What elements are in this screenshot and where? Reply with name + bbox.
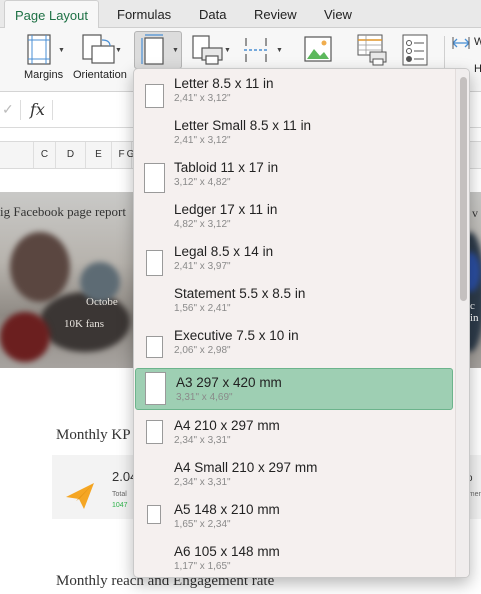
page-size-dimensions: 1,56" x 2,41" xyxy=(174,303,231,314)
page-size-dimensions: 1,17" x 1,65" xyxy=(174,561,231,572)
banner-text-1: Octobe xyxy=(86,296,118,308)
tab-page-layout[interactable]: Page Layout xyxy=(4,0,100,29)
page-icon xyxy=(147,505,161,524)
page-icon xyxy=(145,84,164,108)
print-titles-button[interactable] xyxy=(356,32,390,68)
page-size-name: Legal 8.5 x 14 in xyxy=(174,244,274,259)
breaks-caret-icon: ▼ xyxy=(276,47,283,54)
background-icon xyxy=(304,36,332,62)
print-area-button[interactable]: ▼ xyxy=(190,32,231,68)
size-button[interactable]: ▼ xyxy=(134,31,182,69)
page-size-item-a3[interactable]: A3 297 x 420 mm 3,31" x 4,69" xyxy=(135,368,453,410)
page-size-name: Letter Small 8.5 x 11 in xyxy=(174,118,312,133)
margins-caret-icon: ▼ xyxy=(58,47,65,54)
page-size-dimensions: 2,41" x 3,12" xyxy=(174,135,231,146)
page-size-name: Letter 8.5 x 11 in xyxy=(174,76,274,91)
breaks-button[interactable]: ▼ xyxy=(242,32,283,68)
paper-plane-icon xyxy=(66,483,94,509)
kpi-change: 1047 xyxy=(112,502,128,509)
page-size-name: Statement 5.5 x 8.5 in xyxy=(174,286,306,301)
page-icon xyxy=(145,372,166,405)
page-size-name: Executive 7.5 x 10 in xyxy=(174,328,299,343)
ribbon-tab-bar: Page Layout Formulas Data Review View xyxy=(0,0,481,29)
page-icon xyxy=(144,163,165,193)
page-size-dimensions: 2,06" x 2,98" xyxy=(174,345,231,356)
print-area-caret-icon: ▼ xyxy=(224,47,231,54)
page-size-dropdown: Letter 8.5 x 11 in 2,41" x 3,12" Letter … xyxy=(133,68,470,578)
page-size-item-executive[interactable]: Executive 7.5 x 10 in 2,06" x 2,98" xyxy=(134,321,454,363)
column-header-e[interactable]: E xyxy=(86,142,112,168)
insert-function-icon[interactable]: fx xyxy=(30,100,45,119)
tab-formulas[interactable]: Formulas xyxy=(117,0,171,28)
page-size-item-ledger[interactable]: Ledger 17 x 11 in 4,82" x 3,12" xyxy=(134,195,454,237)
dropdown-scrollbar[interactable] xyxy=(455,69,469,577)
height-label: H xyxy=(474,63,481,75)
column-header-corner[interactable] xyxy=(0,142,34,168)
page-size-dimensions: 1,65" x 2,34" xyxy=(174,519,231,530)
page-size-name: A3 297 x 420 mm xyxy=(176,375,282,390)
size-caret-icon: ▼ xyxy=(172,47,179,54)
formula-divider xyxy=(20,100,21,120)
page-setup-icon xyxy=(402,34,428,66)
page-size-dimensions: 2,41" x 3,12" xyxy=(174,93,231,104)
column-header-d[interactable]: D xyxy=(56,142,86,168)
page-setup-button[interactable] xyxy=(400,32,434,68)
page-size-item-a5[interactable]: A5 148 x 210 mm 1,65" x 2,34" xyxy=(134,495,454,537)
page-size-dimensions: 4,82" x 3,12" xyxy=(174,219,231,230)
page-size-name: Tabloid 11 x 17 in xyxy=(174,160,279,175)
column-header-c[interactable]: C xyxy=(34,142,56,168)
page-size-item-letter[interactable]: Letter 8.5 x 11 in 2,41" x 3,12" xyxy=(134,69,454,111)
page-icon xyxy=(146,336,163,358)
tab-view[interactable]: View xyxy=(324,0,352,28)
formula-divider xyxy=(52,100,53,120)
margins-button[interactable]: ▼ xyxy=(24,32,65,68)
page-size-item-letter-small[interactable]: Letter Small 8.5 x 11 in 2,41" x 3,12" xyxy=(134,111,454,153)
print-titles-icon xyxy=(357,34,387,66)
banner-text-right: v xyxy=(472,206,478,220)
kpi-caption: Total xyxy=(112,491,127,498)
tab-data[interactable]: Data xyxy=(199,0,226,28)
width-icon xyxy=(452,37,470,49)
banner-text-right-2: c in xyxy=(470,300,479,324)
margins-label: Margins xyxy=(24,69,64,81)
page-size-dimensions: 2,34" x 3,31" xyxy=(174,435,231,446)
monthly-kpi-heading: Monthly KP xyxy=(56,427,131,443)
page-size-name: Ledger 17 x 11 in xyxy=(174,202,278,217)
orientation-button[interactable]: ▼ xyxy=(80,32,122,68)
page-size-dimensions: 3,31" x 4,69" xyxy=(176,392,233,403)
page-size-dimensions: 3,12" x 4,82" xyxy=(174,177,231,188)
confirm-check-icon[interactable]: ✓ xyxy=(2,101,14,118)
orientation-caret-icon: ▼ xyxy=(115,47,122,54)
page-size-dimensions: 2,34" x 3,31" xyxy=(174,477,231,488)
page-size-item-a4-small[interactable]: A4 Small 210 x 297 mm 2,34" x 3,31" xyxy=(134,453,454,495)
page-size-name: A6 105 x 148 mm xyxy=(174,544,280,559)
background-button[interactable] xyxy=(302,32,336,68)
page-size-item-a6[interactable]: A6 105 x 148 mm 1,17" x 1,65" xyxy=(134,537,454,577)
page-size-name: A4 210 x 297 mm xyxy=(174,418,280,433)
width-label: W xyxy=(474,36,481,48)
banner-text-2: 10K fans xyxy=(64,318,105,330)
page-size-item-tabloid[interactable]: Tabloid 11 x 17 in 3,12" x 4,82" xyxy=(134,153,454,195)
dropdown-scroll-thumb[interactable] xyxy=(460,77,467,301)
tab-review[interactable]: Review xyxy=(254,0,297,28)
report-title: ig Facebook page report xyxy=(0,204,126,219)
orientation-label: Orientation xyxy=(73,69,127,81)
page-icon xyxy=(146,420,163,444)
page-size-name: A4 Small 210 x 297 mm xyxy=(174,460,318,475)
page-size-item-statement[interactable]: Statement 5.5 x 8.5 in 1,56" x 2,41" xyxy=(134,279,454,321)
page-size-item-legal[interactable]: Legal 8.5 x 14 in 2,41" x 3,97" xyxy=(134,237,454,279)
excel-window: Page Layout Formulas Data Review View ▼ … xyxy=(0,0,481,594)
width-button[interactable]: W xyxy=(452,36,481,56)
page-size-name: A5 148 x 210 mm xyxy=(174,502,280,517)
page-icon xyxy=(146,250,163,276)
orientation-icon xyxy=(82,34,115,64)
page-size-dimensions: 2,41" x 3,97" xyxy=(174,261,231,272)
page-size-item-a4[interactable]: A4 210 x 297 mm 2,34" x 3,31" xyxy=(134,411,454,453)
